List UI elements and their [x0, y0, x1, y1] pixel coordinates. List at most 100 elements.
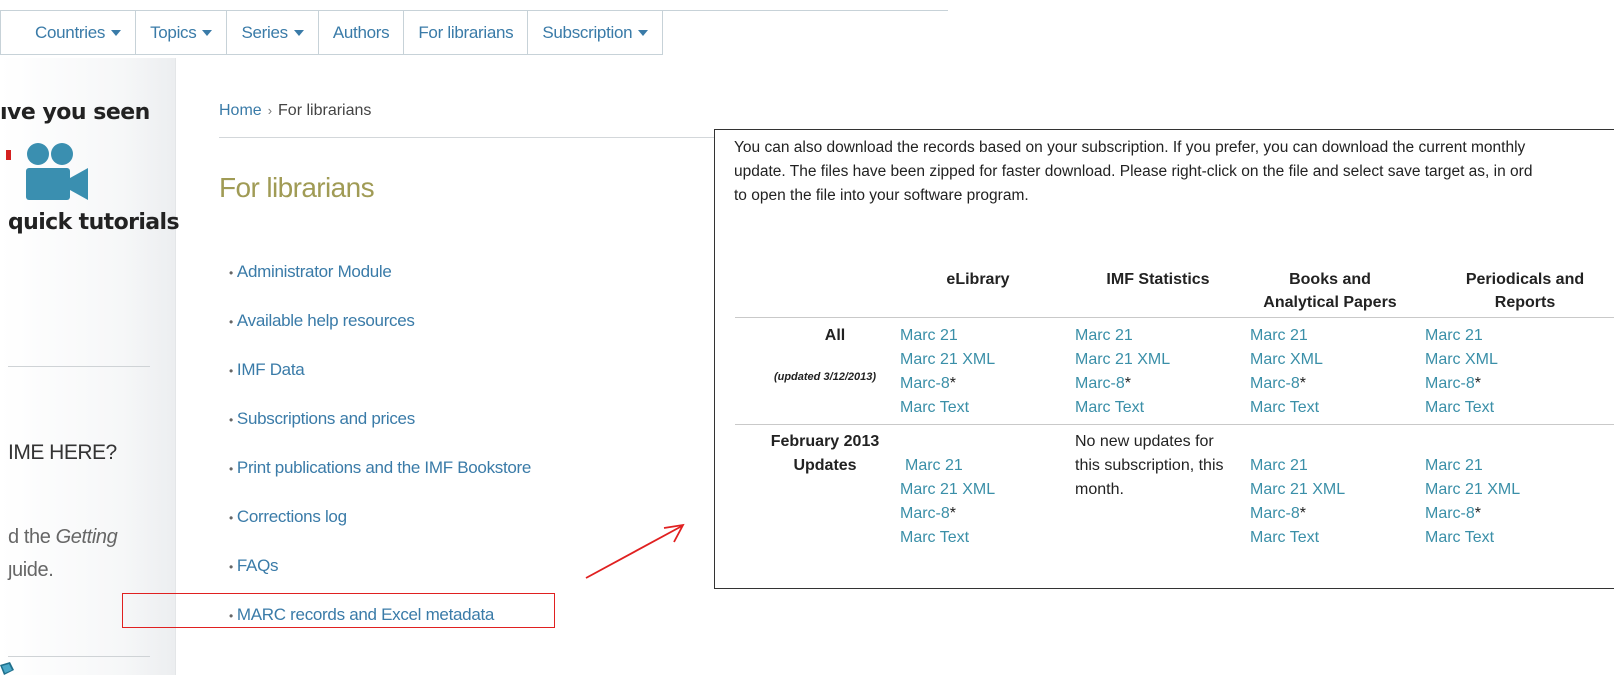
asterisk: *	[1474, 375, 1482, 392]
cell-all-elibrary: Marc 21 Marc 21 XML Marc-8* Marc Text	[900, 324, 995, 420]
cell-feb-statistics: No new updates for this subscription, th…	[1075, 430, 1224, 502]
link-text: Marc-8	[900, 505, 950, 522]
caret-down-icon	[638, 29, 649, 36]
download-link[interactable]: Marc 21 XML	[1250, 478, 1345, 502]
breadcrumb-current: For librarians	[278, 102, 372, 119]
arrow-icon	[0, 662, 14, 675]
col-header-periodicals: Periodicals and Reports	[1435, 268, 1614, 314]
sidebar-text-prefix: d the	[8, 526, 56, 548]
no-updates-text: No new updates for	[1075, 433, 1214, 450]
download-link[interactable]: Marc 21	[1250, 454, 1345, 478]
page-title: For librarians	[219, 172, 375, 203]
link-corrections-log[interactable]: • Corrections log	[229, 507, 531, 556]
table-divider	[735, 424, 1614, 425]
download-link[interactable]: Marc 21	[1425, 324, 1498, 348]
download-link[interactable]: Marc-8*	[1425, 502, 1520, 526]
link-text: Marc-8	[1250, 375, 1300, 392]
promo-marker	[6, 150, 11, 160]
download-link[interactable]: Marc-8*	[900, 372, 995, 396]
nav-series[interactable]: Series	[227, 11, 319, 54]
download-link[interactable]: Marc 21	[905, 454, 963, 478]
download-link[interactable]: Marc Text	[1250, 526, 1345, 550]
row-label-february: February 2013 Updates	[735, 430, 915, 478]
cell-feb-elibrary: Marc 21	[905, 454, 963, 478]
promo-subtitle[interactable]: quick tutorials	[8, 210, 180, 235]
video-camera-icon[interactable]	[24, 140, 90, 204]
download-link[interactable]: Marc-8*	[1250, 502, 1345, 526]
download-link[interactable]: Marc XML	[1425, 348, 1498, 372]
download-link[interactable]: Marc XML	[1250, 348, 1323, 372]
col-header-elibrary: eLibrary	[946, 271, 1010, 288]
asterisk: *	[949, 505, 957, 522]
bullet-icon: •	[229, 266, 233, 280]
content-divider	[219, 137, 724, 138]
caret-down-icon	[111, 29, 122, 36]
link-print-publications[interactable]: • Print publications and the IMF Bookstor…	[229, 458, 531, 507]
sidebar-text-line2: ȷuide.	[8, 559, 54, 581]
download-link[interactable]: Marc Text	[1425, 526, 1520, 550]
cell-feb-periodicals: Marc 21 Marc 21 XML Marc-8* Marc Text	[1425, 454, 1520, 550]
bullet-icon: •	[229, 364, 233, 378]
nav-for-librarians[interactable]: For librarians	[404, 11, 529, 54]
highlight-box	[122, 593, 555, 628]
bullet-icon: •	[229, 413, 233, 427]
nav-countries-label: Countries	[35, 22, 106, 42]
nav-subscription-label: Subscription	[542, 22, 633, 42]
col-header-books: Books and Analytical Papers	[1245, 268, 1415, 314]
download-link[interactable]: Marc 21 XML	[1425, 478, 1520, 502]
download-link[interactable]: Marc-8*	[1425, 372, 1498, 396]
asterisk: *	[949, 375, 957, 392]
no-updates-text: month.	[1075, 481, 1124, 498]
download-link[interactable]: Marc Text	[1075, 396, 1170, 420]
download-link[interactable]: Marc 21	[1425, 454, 1520, 478]
row-label-line: Updates	[793, 457, 857, 474]
bullet-icon: •	[229, 560, 233, 574]
sidebar-text-italic: Getting	[55, 526, 118, 548]
download-link[interactable]: Marc Text	[1250, 396, 1323, 420]
sidebar-heading: IME HERE?	[8, 441, 117, 464]
link-label: FAQs	[236, 556, 279, 575]
col-header-imf-statistics: IMF Statistics	[1106, 271, 1210, 288]
row-label-line: February 2013	[770, 433, 880, 450]
download-link[interactable]: Marc-8*	[900, 502, 995, 526]
nav-subscription[interactable]: Subscription	[528, 11, 664, 54]
download-link[interactable]: Marc 21 XML	[1075, 348, 1170, 372]
cell-all-statistics: Marc 21 Marc 21 XML Marc-8* Marc Text	[1075, 324, 1170, 420]
link-help-resources[interactable]: • Available help resources	[229, 311, 531, 360]
download-link[interactable]: Marc-8*	[1250, 372, 1323, 396]
download-link[interactable]: Marc-8*	[1075, 372, 1170, 396]
download-link[interactable]: Marc 21 XML	[900, 348, 995, 372]
intro-line: update. The files have been zipped for f…	[734, 163, 1533, 180]
nav-topics[interactable]: Topics	[136, 11, 228, 54]
download-link[interactable]: Marc 21	[900, 324, 995, 348]
link-subscriptions-prices[interactable]: • Subscriptions and prices	[229, 409, 531, 458]
download-link[interactable]: Marc 21	[1250, 324, 1323, 348]
no-updates-text: this subscription, this	[1075, 457, 1224, 474]
download-link[interactable]: Marc Text	[1425, 396, 1498, 420]
cell-feb-books: Marc 21 Marc 21 XML Marc-8* Marc Text	[1250, 454, 1345, 550]
download-link[interactable]: Marc Text	[900, 396, 995, 420]
link-label: Available help resources	[236, 311, 415, 330]
col-header-line: Reports	[1494, 294, 1556, 311]
top-navigation: Countries Topics Series Authors For libr…	[0, 11, 664, 55]
link-label: IMF Data	[236, 360, 305, 379]
download-link[interactable]: Marc 21 XML	[900, 478, 995, 502]
nav-authors[interactable]: Authors	[319, 11, 405, 54]
intro-line: You can also download the records based …	[734, 139, 1526, 156]
cell-all-periodicals: Marc 21 Marc XML Marc-8* Marc Text	[1425, 324, 1498, 420]
download-link[interactable]: Marc 21	[1075, 324, 1170, 348]
intro-line: to open the file into your software prog…	[734, 187, 1029, 204]
link-label: Subscriptions and prices	[236, 409, 415, 428]
sidebar-divider	[8, 366, 150, 367]
link-text: Marc-8	[1075, 375, 1125, 392]
breadcrumb-home[interactable]: Home	[219, 102, 262, 119]
link-administrator-module[interactable]: • Administrator Module	[229, 262, 531, 311]
nav-countries[interactable]: Countries	[1, 11, 137, 54]
row-note-updated: (updated 3/12/2013)	[773, 371, 877, 383]
download-link[interactable]: Marc Text	[900, 526, 995, 550]
breadcrumb: Home › For librarians	[219, 102, 371, 120]
col-header-line: Periodicals and	[1465, 271, 1585, 288]
breadcrumb-separator: ›	[267, 103, 273, 118]
bullet-icon: •	[229, 315, 233, 329]
link-imf-data[interactable]: • IMF Data	[229, 360, 531, 409]
